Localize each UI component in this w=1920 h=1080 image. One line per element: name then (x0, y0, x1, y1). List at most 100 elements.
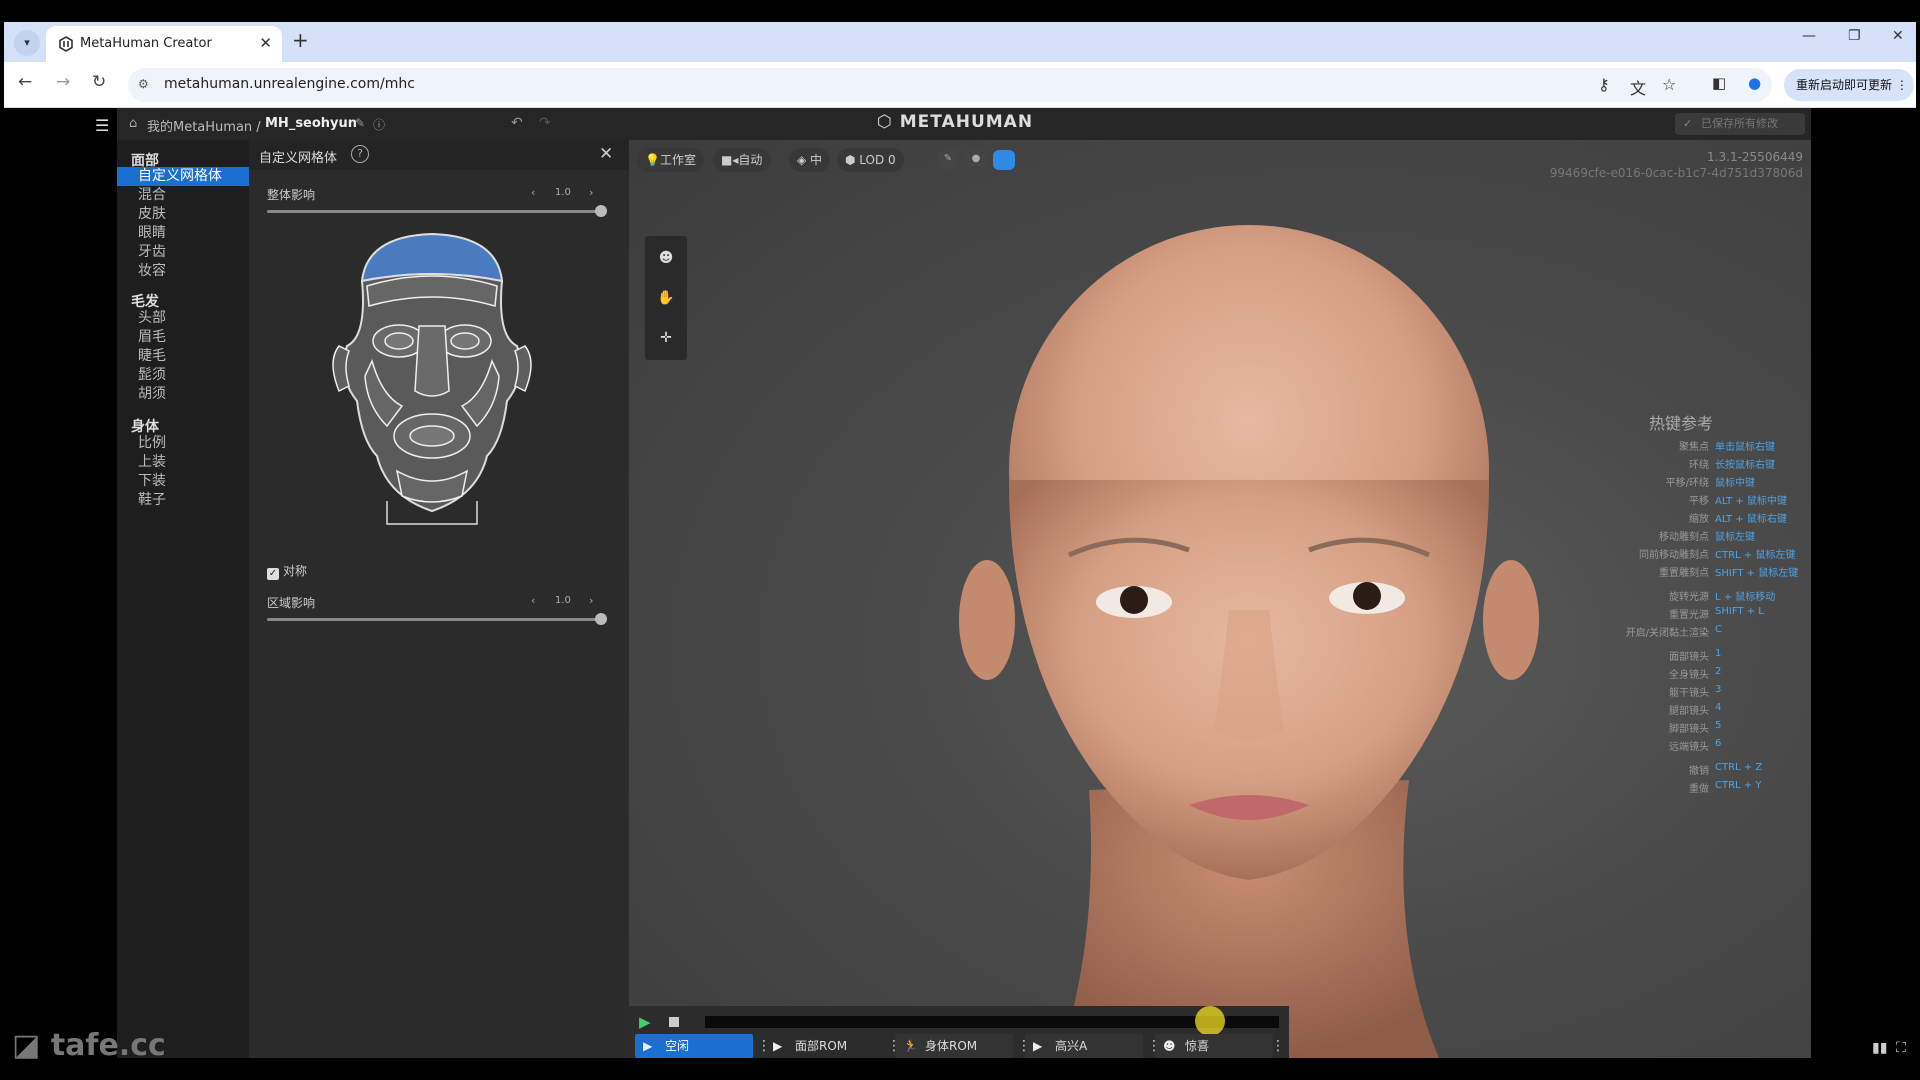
app-topbar: ☰ ⌂ 我的MetaHuman / MH_seohyun ✎ ⓘ ↶ ↷ ⬡ M… (95, 108, 1811, 140)
tab-search-chevron-icon[interactable]: ▾ (14, 30, 40, 56)
face-region-map[interactable] (327, 226, 537, 526)
restore-icon[interactable]: ❐ (1848, 28, 1861, 44)
site-info-icon[interactable]: ⚙ (138, 77, 154, 93)
anim-happy-a-button[interactable]: ▶ 高兴A (1025, 1034, 1143, 1058)
nav-item-mustache[interactable]: 髭须 (117, 366, 249, 385)
more-options-icon[interactable]: ⋮ (1271, 1036, 1285, 1056)
stats-bars-icon[interactable]: ▮▮ (1872, 1040, 1887, 1056)
update-button[interactable]: 重新启动即可更新 ⋮ (1784, 69, 1914, 101)
nav-item-proportions[interactable]: 比例 (117, 434, 249, 453)
hotkey-action: 缩放 (1689, 514, 1709, 525)
global-influence-stepper[interactable]: ‹ 1.0 › (531, 186, 601, 202)
face-tool-icon[interactable]: ☻ (656, 248, 676, 268)
nav-item-eyes[interactable]: 眼睛 (117, 224, 249, 243)
anim-face-icon: ☻ (1163, 1039, 1176, 1053)
anim-play-icon: ▶ (643, 1039, 653, 1053)
play-icon[interactable]: ▶ (639, 1013, 651, 1031)
address-bar[interactable]: ⚙ metahuman.unrealengine.com/mhc ⚷ 文 ☆ (128, 68, 1772, 102)
panel-title: 自定义网格体 (259, 151, 338, 166)
side-panel-icon[interactable]: ◧ (1712, 74, 1726, 92)
screen: { "browser": { "tab_title": "MetaHuman C… (0, 0, 1920, 1080)
hotkey-key: ALT + 鼠标中键 (1715, 496, 1787, 507)
forward-icon[interactable]: → (56, 72, 70, 92)
region-influence-slider[interactable] (267, 613, 607, 625)
bookmark-star-icon[interactable]: ☆ (1662, 75, 1676, 94)
hotkey-key: 鼠标左键 (1715, 532, 1755, 543)
minimize-icon[interactable]: — (1802, 28, 1816, 44)
hotkey-row: 面部镜头 1 (1539, 648, 1799, 664)
browser-tab[interactable]: MetaHuman Creator ✕ (46, 26, 282, 62)
custom-mesh-panel: 自定义网格体 ? ✕ 整体影响 ‹ 1.0 › ✓ 对称 区域影响 ‹ 1.0 … (249, 140, 629, 1058)
nav-item-head-hair[interactable]: 头部 (117, 309, 249, 328)
stop-icon[interactable] (669, 1017, 679, 1027)
region-influence-stepper[interactable]: ‹ 1.0 › (531, 594, 601, 610)
logo-mark-icon: ⬡ (877, 112, 893, 132)
rename-pencil-icon[interactable]: ✎ (355, 116, 365, 130)
translate-cross-icon[interactable]: ✛ (656, 328, 676, 348)
window-close-icon[interactable]: ✕ (1892, 28, 1904, 44)
clay-render-icon[interactable]: ✎ (937, 148, 959, 170)
hotkey-action: 开启/关闭黏土渲染 (1625, 628, 1709, 639)
nav-item-teeth[interactable]: 牙齿 (117, 243, 249, 262)
anim-surprise-button[interactable]: ☻ 惊喜 (1155, 1034, 1273, 1058)
anim-idle-button[interactable]: ▶ 空闲 (635, 1034, 753, 1058)
lod-button[interactable]: ⬢ LOD 0 (837, 148, 904, 172)
increment-chevron-icon[interactable]: › (589, 594, 593, 607)
symmetry-label: 对称 (283, 564, 308, 578)
lighting-studio-button[interactable]: 💡工作室 (637, 148, 704, 172)
decrement-chevron-icon[interactable]: ‹ (531, 594, 535, 607)
anim-body-rom-button[interactable]: 🏃 身体ROM (895, 1034, 1013, 1058)
symmetry-checkbox[interactable]: ✓ 对称 (267, 562, 307, 580)
help-icon[interactable]: ? (351, 145, 369, 163)
overlay-toggle-icon[interactable] (993, 150, 1015, 170)
quality-button[interactable]: ◈ 中 (789, 148, 831, 172)
translate-icon[interactable]: 文 (1630, 75, 1646, 99)
info-icon[interactable]: ⓘ (373, 116, 385, 133)
move-hand-icon[interactable]: ✋ (656, 288, 676, 308)
nav-item-eyelashes[interactable]: 睫毛 (117, 347, 249, 366)
sphere-icon[interactable]: ● (965, 148, 987, 170)
3d-viewport[interactable]: 💡工作室 ■◂自动 ◈ 中 ⬢ LOD 0 ✎ ● 1.3.1-25506449… (629, 140, 1811, 1058)
profile-icon[interactable]: ● (1748, 74, 1761, 92)
hotkey-action: 全身镜头 (1669, 670, 1709, 681)
fullscreen-icon[interactable]: ⛶ (1896, 1040, 1906, 1056)
region-influence-handle[interactable] (595, 613, 607, 625)
menu-icon[interactable]: ☰ (95, 116, 109, 135)
camera-icon: ■◂ (721, 153, 739, 167)
global-influence-slider[interactable] (267, 205, 607, 217)
reload-icon[interactable]: ↻ (92, 72, 106, 92)
nav-item-beard[interactable]: 胡须 (117, 385, 249, 404)
redo-icon[interactable]: ↷ (539, 115, 551, 131)
timeline-scrubber[interactable] (1195, 1006, 1225, 1036)
timeline-track[interactable] (705, 1006, 1279, 1036)
anim-face-rom-button[interactable]: ▶ 面部ROM (765, 1034, 883, 1058)
home-icon[interactable]: ⌂ (129, 116, 137, 131)
decrement-chevron-icon[interactable]: ‹ (531, 186, 535, 199)
password-key-icon[interactable]: ⚷ (1598, 75, 1610, 94)
watermark: ◪ tafe.cc (12, 1028, 166, 1063)
hotkey-action: 聚焦点 (1679, 442, 1709, 453)
nav-item-makeup[interactable]: 妆容 (117, 262, 249, 281)
hotkey-key: 鼠标中键 (1715, 478, 1755, 489)
breadcrumb-root[interactable]: 我的MetaHuman / (147, 116, 261, 135)
hotkey-action: 撤销 (1689, 766, 1709, 777)
undo-icon[interactable]: ↶ (511, 115, 523, 131)
tab-close-icon[interactable]: ✕ (259, 34, 272, 52)
nav-item-blend[interactable]: 混合 (117, 186, 249, 205)
increment-chevron-icon[interactable]: › (589, 186, 593, 199)
nav-item-eyebrows[interactable]: 眉毛 (117, 328, 249, 347)
global-influence-handle[interactable] (595, 205, 607, 217)
panel-close-icon[interactable]: ✕ (599, 144, 613, 164)
nav-item-top[interactable]: 上装 (117, 453, 249, 472)
metahuman-app: ☰ ⌂ 我的MetaHuman / MH_seohyun ✎ ⓘ ↶ ↷ ⬡ M… (95, 108, 1811, 1058)
nav-item-bottom[interactable]: 下装 (117, 472, 249, 491)
camera-auto-button[interactable]: ■◂自动 (713, 148, 771, 172)
hotkey-action: 腿部镜头 (1669, 706, 1709, 717)
new-tab-icon[interactable]: + (292, 28, 309, 52)
hotkey-action: 旋转光源 (1669, 592, 1709, 603)
back-icon[interactable]: ← (18, 72, 32, 92)
nav-item-custom-mesh[interactable]: 自定义网格体 (117, 167, 249, 186)
nav-item-skin[interactable]: 皮肤 (117, 205, 249, 224)
nav-item-shoes[interactable]: 鞋子 (117, 491, 249, 510)
saved-status: ✓ 已保存所有修改 (1675, 113, 1805, 135)
